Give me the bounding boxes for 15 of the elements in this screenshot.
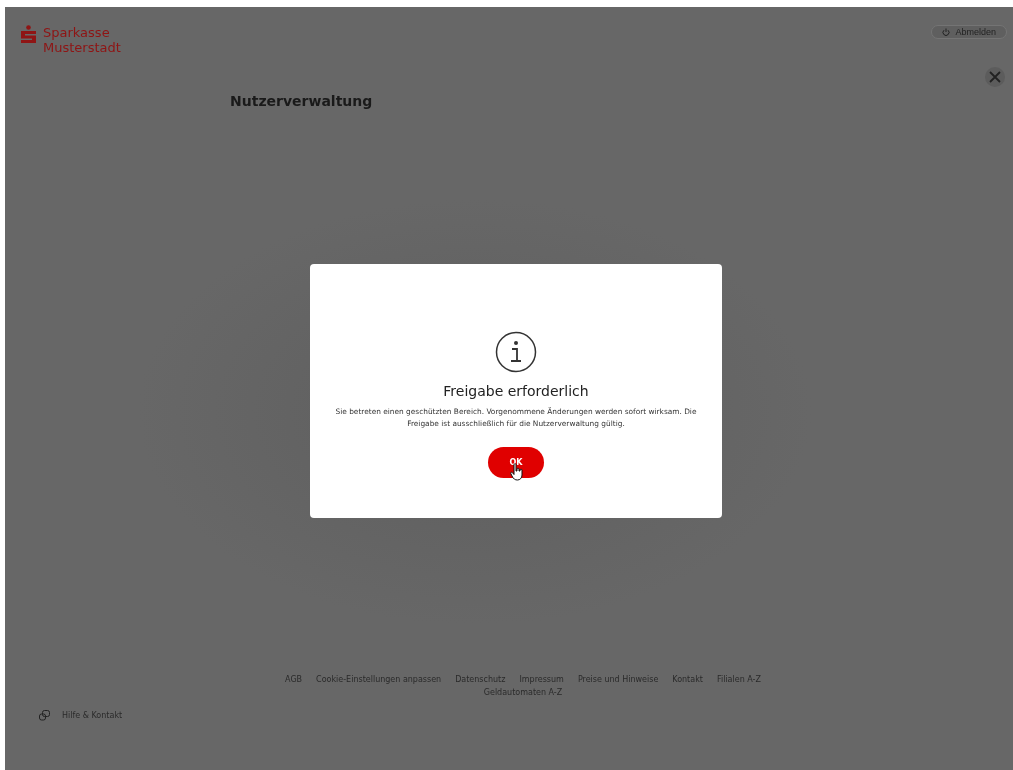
brand-location: Musterstadt bbox=[43, 40, 121, 55]
info-icon bbox=[495, 331, 537, 373]
logo-icon bbox=[20, 25, 37, 45]
brand-name: Sparkasse bbox=[43, 25, 111, 40]
chat-icon bbox=[39, 710, 50, 721]
footer-link[interactable]: Filialen A-Z bbox=[716, 675, 761, 684]
footer-link[interactable]: Kontakt bbox=[672, 675, 703, 684]
dialog-title: Freigabe erforderlich bbox=[443, 383, 589, 399]
page-title: Nutzerverwaltung bbox=[230, 92, 374, 109]
footer-link[interactable]: Datenschutz bbox=[455, 675, 506, 684]
ok-button[interactable]: OK bbox=[488, 447, 544, 478]
close-button[interactable] bbox=[985, 67, 1005, 87]
power-icon bbox=[942, 28, 951, 36]
help-link[interactable]: Hilfe & Kontakt bbox=[62, 711, 123, 720]
hand-cursor-icon bbox=[510, 463, 524, 481]
